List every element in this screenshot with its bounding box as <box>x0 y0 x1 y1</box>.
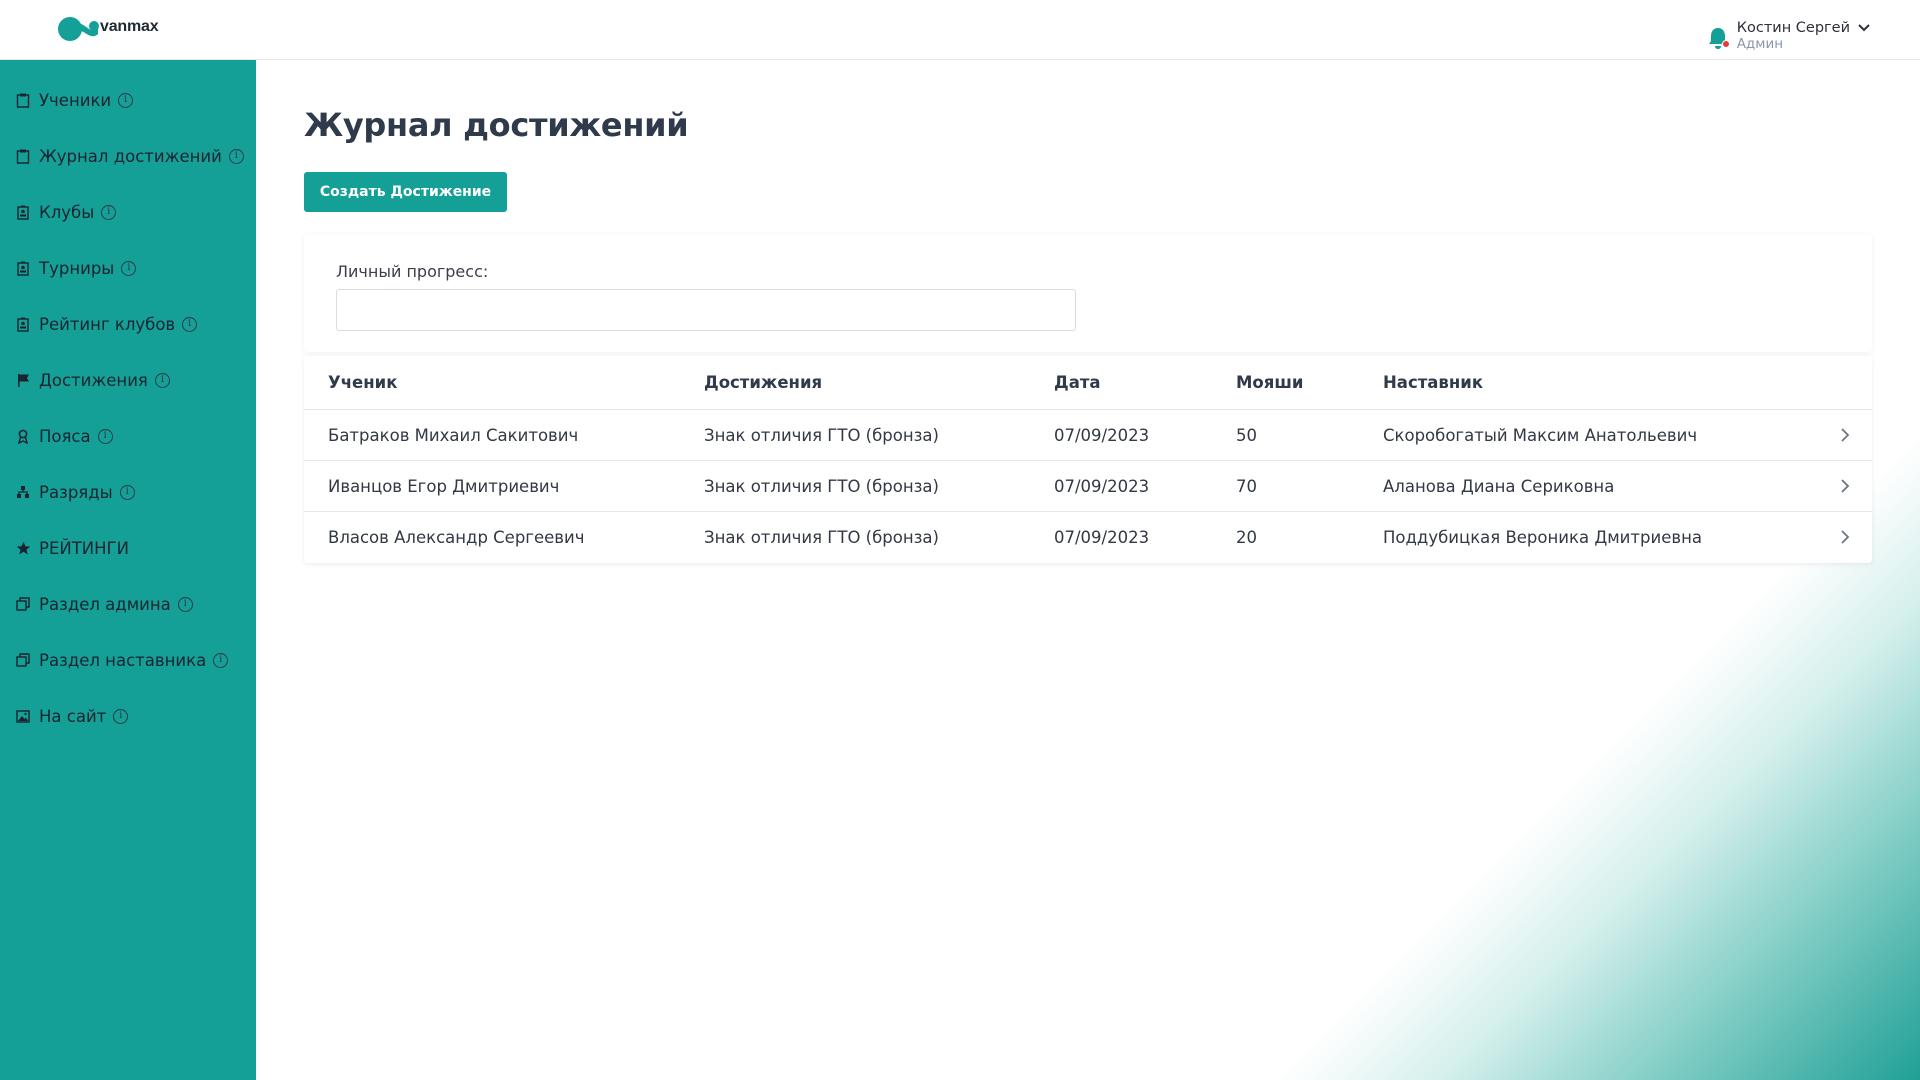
info-icon[interactable]: i <box>228 148 244 164</box>
cell-achievement: Знак отличия ГТО (бронза) <box>704 528 939 547</box>
main-content: Журнал достижений Создать Достижение Лич… <box>304 60 1872 563</box>
column-header-achievement[interactable]: Достижения <box>704 373 822 392</box>
notification-dot <box>1721 40 1730 48</box>
column-header-date[interactable]: Дата <box>1054 373 1101 392</box>
table-row[interactable]: Иванцов Егор Дмитриевич Знак отличия ГТО… <box>304 461 1872 512</box>
cell-student: Власов Александр Сергеевич <box>328 528 585 547</box>
info-icon[interactable]: i <box>119 484 135 500</box>
info-icon[interactable]: i <box>97 428 113 444</box>
copy-icon <box>15 652 31 668</box>
cell-achievement: Знак отличия ГТО (бронза) <box>704 425 939 445</box>
info-icon[interactable]: i <box>182 316 198 332</box>
chevron-right-icon[interactable] <box>1840 427 1850 443</box>
cell-moyashi: 70 <box>1236 476 1257 496</box>
sidebar-item-ratings[interactable]: РЕЙТИНГИ <box>0 520 256 576</box>
sidebar-item-label: Пояса <box>39 426 91 446</box>
cell-date: 07/09/2023 <box>1054 425 1150 445</box>
cell-moyashi: 50 <box>1236 425 1257 445</box>
filter-card: Личный прогресс: <box>304 234 1872 352</box>
badge-icon <box>15 260 31 276</box>
user-name-row[interactable]: Костин Сергей <box>1737 20 1870 36</box>
create-achievement-button[interactable]: Создать Достижение <box>304 172 507 212</box>
ribbon-icon <box>15 428 31 444</box>
cell-date: 07/09/2023 <box>1054 476 1150 496</box>
sidebar-item-achievements[interactable]: Достижения i <box>0 352 256 408</box>
top-bar: vanmax Костин Сергей Админ <box>0 0 1920 60</box>
column-header-mentor[interactable]: Наставник <box>1383 373 1483 392</box>
info-icon[interactable]: i <box>118 92 134 108</box>
sidebar-item-label: Турниры <box>39 258 115 278</box>
sidebar-item-label: На сайт <box>39 706 107 726</box>
cell-mentor: Скоробогатый Максим Анатольевич <box>1383 425 1698 445</box>
table-row[interactable]: Батраков Михаил Сакитович Знак отличия Г… <box>304 410 1872 461</box>
user-role: Админ <box>1736 36 1784 52</box>
star-icon <box>15 540 31 556</box>
sidebar-item-club-rating[interactable]: Рейтинг клубов i <box>0 296 256 352</box>
sidebar-item-label: Раздел админа <box>39 594 171 614</box>
column-header-moyashi[interactable]: Мояши <box>1236 373 1303 392</box>
cell-mentor: Поддубицкая Вероника Дмитриевна <box>1383 528 1702 547</box>
achievements-table: Ученик Достижения Дата Мояши Наставник Б… <box>304 356 1872 563</box>
sidebar-item-clubs[interactable]: Клубы i <box>0 184 256 240</box>
user-name: Костин Сергей <box>1736 20 1850 36</box>
sidebar-item-label: Журнал достижений <box>39 146 222 166</box>
sidebar-item-students[interactable]: Ученики i <box>0 72 256 128</box>
column-header-student[interactable]: Ученик <box>328 373 397 392</box>
logo[interactable]: vanmax <box>58 14 159 44</box>
clipboard-icon <box>15 148 31 164</box>
cell-student: Батраков Михаил Сакитович <box>328 425 579 445</box>
info-icon[interactable]: i <box>101 204 117 220</box>
logo-text: vanmax <box>100 18 159 35</box>
cell-mentor: Аланова Диана Сериковна <box>1383 476 1615 496</box>
badge-icon <box>15 204 31 220</box>
info-icon[interactable]: i <box>213 652 229 668</box>
sidebar-item-label: Ученики <box>39 90 112 110</box>
sidebar-item-admin-section[interactable]: Раздел админа i <box>0 576 256 632</box>
cell-moyashi: 20 <box>1236 528 1257 547</box>
sidebar: Ученики i Журнал достижений i Клубы i Ту… <box>0 60 256 1080</box>
sidebar-item-label: Достижения <box>39 370 148 390</box>
sidebar-item-to-site[interactable]: На сайт i <box>0 688 256 744</box>
sidebar-item-mentor-section[interactable]: Раздел наставника i <box>0 632 256 688</box>
hierarchy-icon <box>15 484 31 500</box>
info-icon[interactable]: i <box>177 596 193 612</box>
sidebar-item-label: РЕЙТИНГИ <box>39 538 129 558</box>
sidebar-item-tournaments[interactable]: Турниры i <box>0 240 256 296</box>
sidebar-item-label: Разряды <box>39 482 113 502</box>
image-icon <box>15 708 31 724</box>
chevron-down-icon[interactable] <box>1858 24 1870 32</box>
cell-date: 07/09/2023 <box>1054 528 1150 547</box>
cell-student: Иванцов Егор Дмитриевич <box>328 476 560 496</box>
info-icon[interactable]: i <box>154 372 170 388</box>
logo-mark-icon <box>58 17 99 41</box>
badge-icon <box>15 316 31 332</box>
sidebar-item-belts[interactable]: Пояса i <box>0 408 256 464</box>
flag-icon <box>15 372 31 388</box>
notifications-bell[interactable] <box>1707 26 1730 50</box>
sidebar-item-label: Клубы <box>39 202 95 222</box>
info-icon[interactable]: i <box>113 708 129 724</box>
personal-progress-select[interactable] <box>336 289 1076 331</box>
sidebar-item-achievement-journal[interactable]: Журнал достижений i <box>0 128 256 184</box>
copy-icon <box>15 596 31 612</box>
user-menu[interactable]: Костин Сергей Админ <box>1707 20 1870 52</box>
table-row[interactable]: Власов Александр Сергеевич Знак отличия … <box>304 512 1872 563</box>
personal-progress-label: Личный прогресс: <box>336 262 489 281</box>
info-icon[interactable]: i <box>121 260 137 276</box>
chevron-right-icon[interactable] <box>1840 529 1850 545</box>
table-header: Ученик Достижения Дата Мояши Наставник <box>304 356 1872 410</box>
chevron-right-icon[interactable] <box>1840 478 1850 494</box>
sidebar-item-label: Рейтинг клубов <box>39 314 176 334</box>
clipboard-icon <box>15 92 31 108</box>
sidebar-item-label: Раздел наставника <box>39 650 207 670</box>
page-title: Журнал достижений <box>304 106 689 144</box>
cell-achievement: Знак отличия ГТО (бронза) <box>704 476 939 496</box>
sidebar-item-ranks[interactable]: Разряды i <box>0 464 256 520</box>
